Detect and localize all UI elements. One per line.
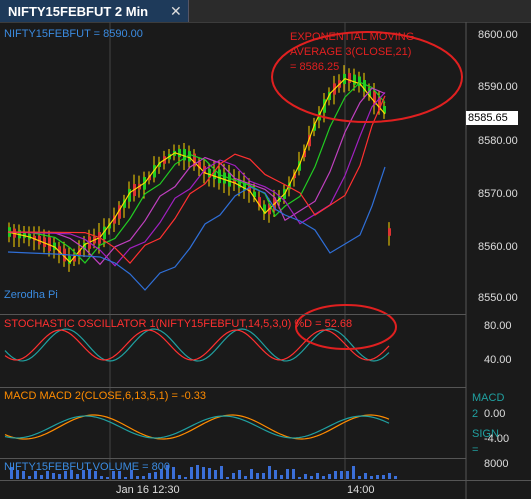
volume-bar: [100, 476, 103, 479]
chart-tab[interactable]: NIFTY15FEBFUT 2 Min ✕: [0, 0, 189, 22]
volume-bar: [172, 467, 175, 479]
volume-bar: [220, 466, 223, 479]
volume-bar: [304, 474, 307, 479]
volume-bar: [280, 475, 283, 479]
stochastic-k-line: [4, 328, 390, 362]
price-label: NIFTY15FEBFUT = 8590.00: [4, 28, 143, 40]
volume-bar: [28, 476, 31, 479]
macd-line: [4, 414, 390, 440]
time-label: 14:00: [347, 484, 375, 496]
volume-bar: [232, 473, 235, 479]
volume-bar: [40, 475, 43, 479]
macd-tick: 0.00: [484, 408, 506, 420]
stochastic-d-line: [4, 329, 390, 361]
volume-bar: [76, 474, 79, 479]
volume-bar: [148, 473, 151, 479]
volume-bar: [196, 465, 199, 479]
macd-tick: -4.00: [484, 433, 510, 445]
candle-body: [188, 151, 191, 162]
macd-label: MACD MACD 2(CLOSE,6,13,5,1) = -0.33: [4, 390, 207, 402]
time-label: Jan 16 12:30: [116, 484, 180, 496]
volume-bar: [388, 473, 391, 479]
volume-bar: [262, 473, 265, 479]
tab-title: NIFTY15FEBFUT 2 Min: [8, 3, 149, 19]
volume-bar: [286, 469, 289, 479]
volume-bar: [376, 475, 379, 479]
signal-right-label: =: [472, 444, 479, 456]
price-tick: 8560.00: [478, 241, 518, 253]
moving-average-line: [7, 78, 386, 264]
candle-body: [218, 169, 221, 184]
volume-bar: [184, 477, 187, 479]
volume-bar: [124, 477, 127, 479]
chart-canvas: [4, 22, 467, 499]
moving-average-line: [7, 166, 386, 291]
volume-bar: [226, 477, 229, 479]
volume-tick: 8000: [484, 458, 509, 470]
panel-separator: [0, 314, 466, 315]
macd-lines: [4, 414, 390, 440]
candle-body: [388, 228, 391, 236]
candle-body: [228, 172, 231, 187]
stochastic-tick: 40.00: [484, 354, 512, 366]
volume-bar: [382, 475, 385, 479]
volume-bar: [370, 476, 373, 479]
volume-bar: [142, 476, 145, 479]
tab-bar: NIFTY15FEBFUT 2 Min ✕: [0, 0, 531, 23]
volume-bar: [190, 467, 193, 479]
price-tick: 8580.00: [478, 135, 518, 147]
volume-bar: [52, 473, 55, 479]
volume-bar: [346, 471, 349, 479]
volume-bar: [250, 469, 253, 479]
candle-body: [223, 172, 226, 184]
volume-bar: [334, 471, 337, 479]
volume-bar: [292, 469, 295, 479]
volume-bar: [268, 466, 271, 479]
volume-bar: [58, 474, 61, 479]
candle-body: [178, 148, 181, 158]
volume-bar: [274, 470, 277, 479]
chart-area[interactable]: NIFTY15FEBFUT = 8590.00 Zerodha Pi EXPON…: [0, 22, 531, 499]
price-tick: 8590.00: [478, 81, 518, 93]
stochastic-lines: [4, 328, 390, 362]
watermark: Zerodha Pi: [4, 289, 58, 301]
macd-right-label: 2: [472, 408, 479, 420]
volume-bar: [202, 467, 205, 479]
volume-bar: [352, 466, 355, 479]
volume-bar: [244, 476, 247, 479]
close-icon[interactable]: ✕: [170, 3, 182, 20]
volume-bar: [136, 476, 139, 479]
volume-bar: [208, 468, 211, 479]
volume-bar: [256, 473, 259, 479]
stochastic-tick: 80.00: [484, 320, 512, 332]
panel-separator: [0, 458, 466, 459]
panel-separator: [0, 480, 531, 481]
price-candles: [8, 65, 391, 272]
volume-bar: [310, 476, 313, 479]
volume-bar: [394, 476, 397, 479]
volume-bar: [364, 473, 367, 479]
volume-label: NIFTY15FEBFUT.VOLUME = 800: [4, 461, 170, 473]
stochastic-label: STOCHASTIC OSCILLATOR 1(NIFTY15FEBFUT,14…: [4, 318, 353, 330]
volume-bar: [328, 474, 331, 479]
last-price-tag: 8585.65: [466, 111, 518, 125]
volume-bar: [316, 473, 319, 479]
volume-bar: [340, 471, 343, 479]
candle-body: [353, 74, 356, 85]
volume-bar: [322, 476, 325, 479]
volume-bar: [214, 470, 217, 479]
price-tick: 8550.00: [478, 292, 518, 304]
price-tick: 8600.00: [478, 29, 518, 41]
macd-right-label: MACD: [472, 392, 505, 404]
volume-bar: [238, 470, 241, 479]
panel-separator: [0, 387, 466, 388]
price-tick: 8570.00: [478, 188, 518, 200]
volume-bar: [358, 476, 361, 479]
ema-annotation: EXPONENTIAL MOVING AVERAGE 3(CLOSE,21) =…: [290, 31, 415, 73]
volume-bar: [178, 475, 181, 479]
volume-bar: [106, 477, 109, 479]
volume-bar: [154, 472, 157, 479]
volume-bar: [298, 477, 301, 479]
